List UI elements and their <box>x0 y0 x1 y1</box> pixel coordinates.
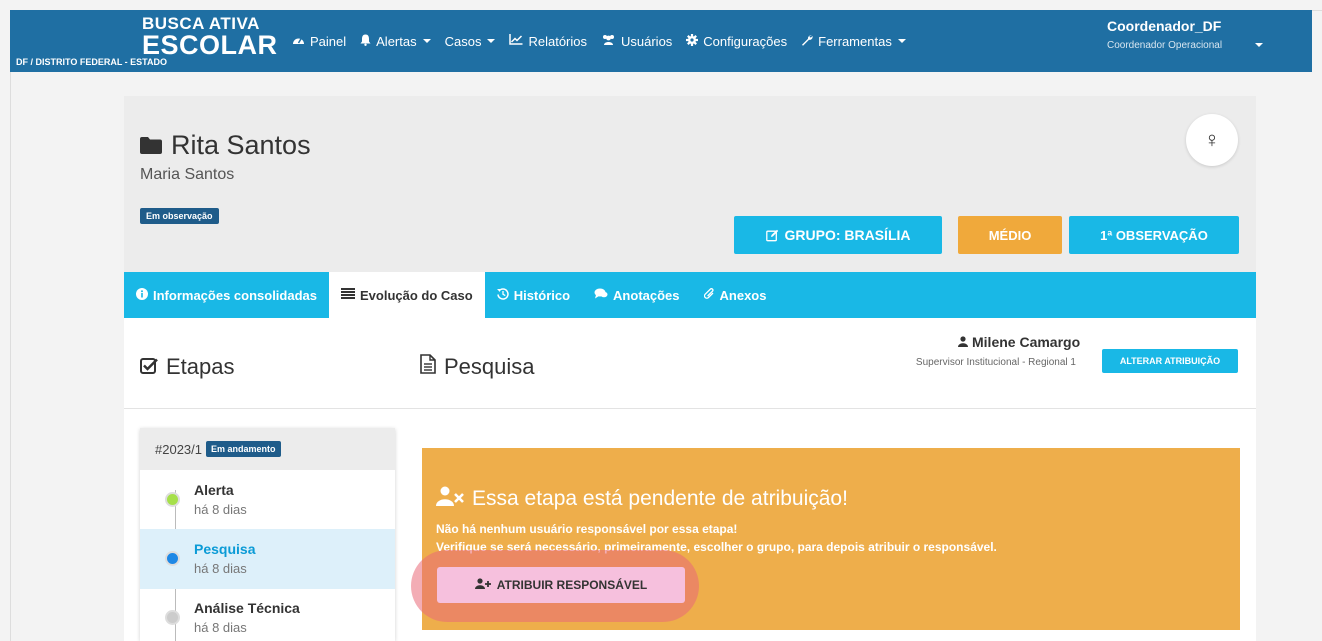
tab-informacoes-label: Informações consolidadas <box>153 287 317 303</box>
step-name: Análise Técnica <box>194 600 300 616</box>
paperclip-icon <box>703 287 715 303</box>
change-assignment-button[interactable]: ALTERAR ATRIBUIÇÃO <box>1102 349 1238 373</box>
steps-card: #2023/1 Em andamento Alerta há 8 dias Pe… <box>140 428 395 641</box>
dashboard-icon <box>292 34 305 48</box>
nav-painel[interactable]: Painel <box>292 34 346 49</box>
user-role: Coordenador Operacional <box>1107 40 1223 51</box>
assignee-role: Supervisor Institucional - Regional 1 <box>915 357 1076 368</box>
brand-region: DF / DISTRITO FEDERAL - ESTADO <box>16 57 168 67</box>
status-badge: Em observação <box>140 208 219 224</box>
status-badge: Em andamento <box>206 441 281 457</box>
case-title-text: Rita Santos <box>171 130 311 160</box>
tab-evolucao-label: Evolução do Caso <box>360 287 473 303</box>
step-name: Pesquisa <box>194 541 256 557</box>
case-tabs: Informações consolidadas Evolução do Cas… <box>124 272 1256 318</box>
assignee-name: Milene Camargo <box>958 334 1080 350</box>
step-analise-tecnica[interactable]: Análise Técnica há 8 dias <box>140 588 395 641</box>
user-add-icon <box>474 578 491 592</box>
steps-card-header: #2023/1 Em andamento <box>140 428 395 470</box>
document-icon <box>420 354 436 380</box>
nav-usuarios[interactable]: Usuários <box>601 34 672 49</box>
step-dot <box>165 610 180 625</box>
users-icon <box>601 34 616 48</box>
case-evolution-panel: Etapas Pesquisa Milene Camargo Superviso… <box>124 318 1256 641</box>
chevron-down-icon <box>422 39 431 43</box>
step-time: há 8 dias <box>194 561 247 576</box>
nav-casos-label: Casos <box>444 33 482 49</box>
nav-casos[interactable]: Casos <box>445 34 496 49</box>
top-navbar: BUSCA ATIVA ESCOLAR DF / DISTRITO FEDERA… <box>10 10 1312 72</box>
risk-level-button[interactable]: MÉDIO <box>958 216 1062 254</box>
checkbox-checked-icon <box>140 354 158 380</box>
nav-ferramentas[interactable]: Ferramentas <box>801 34 906 49</box>
info-icon <box>136 287 148 303</box>
main-nav: Painel Alertas Casos Relatórios Usuários <box>292 10 920 72</box>
nav-relatorios[interactable]: Relatórios <box>509 34 587 49</box>
nav-alertas[interactable]: Alertas <box>360 33 431 49</box>
step-alerta[interactable]: Alerta há 8 dias <box>140 470 395 530</box>
gear-icon <box>686 33 699 49</box>
case-title: Rita Santos <box>140 130 311 161</box>
steps-heading: Etapas <box>140 354 235 380</box>
observation-button[interactable]: 1ª OBSERVAÇÃO <box>1069 216 1239 254</box>
tab-anexos[interactable]: Anexos <box>692 272 779 318</box>
alert-title-text: Essa etapa está pendente de atribuição! <box>472 487 848 510</box>
female-icon: ♀ <box>1203 127 1221 152</box>
tab-anexos-label: Anexos <box>719 287 767 303</box>
divider <box>124 408 1256 409</box>
case-header: Rita Santos Maria Santos Em observação ♀… <box>124 96 1256 272</box>
user-remove-icon <box>436 486 464 512</box>
edit-icon <box>765 229 779 242</box>
nav-painel-label: Painel <box>310 33 347 49</box>
gender-button[interactable]: ♀ <box>1186 114 1238 166</box>
group-button-label: GRUPO: BRASÍLIA <box>784 227 911 243</box>
tab-evolucao[interactable]: Evolução do Caso <box>329 272 485 318</box>
folder-icon <box>140 137 162 154</box>
brand-logo[interactable]: BUSCA ATIVA ESCOLAR DF / DISTRITO FEDERA… <box>16 14 277 70</box>
tab-historico-label: Histórico <box>513 287 571 303</box>
nav-usuarios-label: Usuários <box>621 33 673 49</box>
group-button[interactable]: GRUPO: BRASÍLIA <box>734 216 942 254</box>
case-id: #2023/1 <box>155 441 202 457</box>
wrench-icon <box>801 34 813 49</box>
nav-configuracoes-label: Configurações <box>703 33 788 49</box>
step-time: há 8 dias <box>194 620 247 635</box>
line-chart-icon <box>509 34 523 48</box>
stage-heading: Pesquisa <box>420 354 535 380</box>
step-dot <box>165 492 180 507</box>
steps-heading-text: Etapas <box>166 354 235 379</box>
chevron-down-icon <box>897 39 906 43</box>
alert-message-1: Não há nenhum usuário responsável por es… <box>436 522 738 536</box>
assign-responsible-button[interactable]: ATRIBUIR RESPONSÁVEL <box>437 567 685 603</box>
stage-heading-text: Pesquisa <box>444 354 535 379</box>
tab-anotacoes-label: Anotações <box>613 287 680 303</box>
step-name: Alerta <box>194 482 234 498</box>
tab-informacoes[interactable]: Informações consolidadas <box>124 272 329 318</box>
tab-anotacoes[interactable]: Anotações <box>582 272 691 318</box>
user-menu[interactable]: Coordenador_DF Coordenador Operacional <box>1087 16 1267 66</box>
step-time: há 8 dias <box>194 502 247 517</box>
step-dot <box>165 551 180 566</box>
user-icon <box>958 334 968 350</box>
nav-alertas-label: Alertas <box>376 33 417 49</box>
chevron-down-icon <box>487 39 496 43</box>
alert-title: Essa etapa está pendente de atribuição! <box>436 486 848 512</box>
tab-historico[interactable]: Histórico <box>485 272 582 318</box>
user-name: Coordenador_DF <box>1107 18 1222 34</box>
nav-relatorios-label: Relatórios <box>528 33 587 49</box>
nav-ferramentas-label: Ferramentas <box>818 33 892 49</box>
assignee-name-text: Milene Camargo <box>972 334 1081 350</box>
case-subtitle: Maria Santos <box>140 166 235 183</box>
bell-icon <box>360 34 371 49</box>
step-pesquisa[interactable]: Pesquisa há 8 dias <box>140 529 395 589</box>
nav-configuracoes[interactable]: Configurações <box>686 33 788 49</box>
comments-icon <box>594 288 608 302</box>
assign-responsible-label: ATRIBUIR RESPONSÁVEL <box>496 578 648 592</box>
list-icon <box>341 288 355 302</box>
chevron-down-icon <box>1255 43 1263 47</box>
history-icon <box>496 287 509 303</box>
